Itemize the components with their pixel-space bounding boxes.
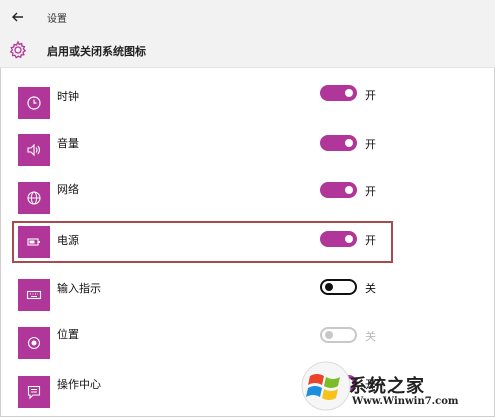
gear-icon [9, 40, 27, 59]
list-item-volume: 音量 开 [0, 122, 495, 169]
item-label: 音量 [57, 137, 79, 150]
state-label: 关 [365, 330, 376, 343]
location-tile [18, 327, 50, 359]
network-toggle[interactable] [320, 182, 357, 198]
page-header: 启用或关闭系统图标 [0, 34, 495, 68]
keyboard-icon [26, 290, 42, 300]
location-toggle[interactable] [320, 327, 357, 343]
volume-toggle[interactable] [320, 135, 357, 151]
input-indicator-toggle[interactable] [320, 279, 357, 295]
item-label: 输入指示 [57, 282, 101, 295]
action-center-tile [18, 376, 50, 408]
list-item-location: 位置 关 [0, 316, 495, 363]
back-arrow-icon[interactable] [10, 9, 26, 25]
item-label: 位置 [57, 328, 79, 341]
action-center-icon [27, 385, 41, 400]
watermark-text: 系统之家 [349, 376, 425, 397]
state-label: 开 [365, 138, 376, 151]
clock-tile [18, 87, 50, 119]
volume-tile [18, 134, 50, 166]
network-globe-icon [27, 191, 41, 205]
item-label: 操作中心 [57, 378, 101, 391]
watermark-url: Www.Winwin7.com [352, 396, 459, 407]
windows-logo-icon [301, 361, 351, 411]
highlight-box [12, 221, 393, 263]
state-label: 开 [365, 89, 376, 102]
list-item-clock: 时钟 开 [0, 74, 495, 121]
clock-toggle[interactable] [320, 85, 357, 101]
page-title: 启用或关闭系统图标 [47, 45, 146, 58]
item-label: 网络 [57, 183, 79, 196]
location-icon [27, 336, 41, 350]
state-label: 关 [365, 282, 376, 295]
state-label: 开 [365, 185, 376, 198]
input-indicator-tile [18, 279, 50, 311]
network-tile [18, 182, 50, 214]
list-item-input-indicator: 输入指示 关 [0, 267, 495, 314]
clock-icon [27, 96, 41, 110]
title-bar: 设置 [0, 0, 495, 34]
item-label: 时钟 [57, 90, 79, 103]
volume-icon [27, 143, 41, 157]
list-item-network: 网络 开 [0, 170, 495, 217]
window-title: 设置 [47, 14, 67, 25]
